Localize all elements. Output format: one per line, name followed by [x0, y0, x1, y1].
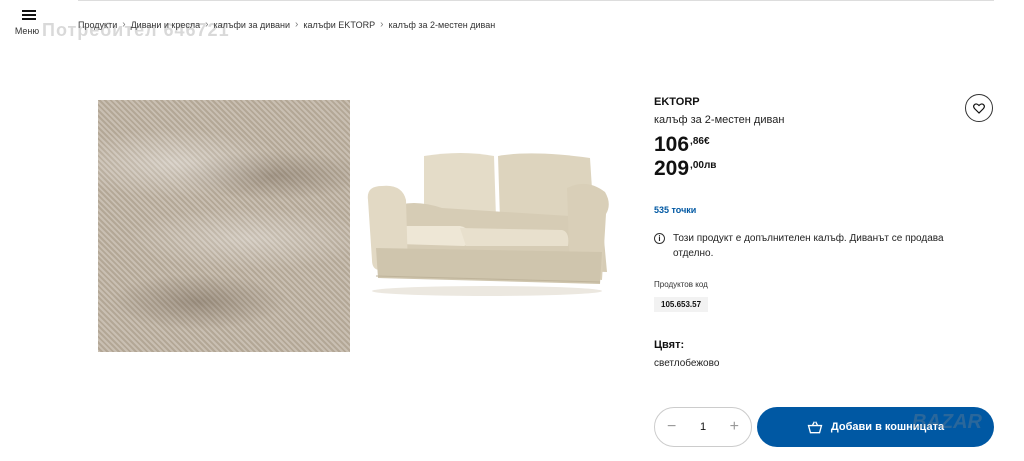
price-eur-decimal: ,86€ — [690, 136, 710, 147]
plus-icon[interactable]: + — [730, 418, 739, 436]
quantity-stepper[interactable]: − 1 + — [654, 407, 752, 447]
price-bgn-integer: 209 — [654, 157, 690, 180]
user-watermark: Потребител 646721 — [42, 20, 230, 40]
price-bgn-decimal: ,00лв — [690, 160, 717, 171]
color-value: светлобежово — [654, 358, 720, 369]
product-description: калъф за 2-местен диван — [654, 114, 785, 126]
price-bgn: 209 ,00лв — [654, 157, 716, 181]
divider — [78, 0, 994, 1]
basket-icon — [807, 420, 823, 433]
minus-icon[interactable]: − — [667, 418, 676, 436]
favorite-button[interactable] — [965, 94, 993, 122]
product-code: 105.653.57 — [654, 297, 709, 312]
color-label: Цвят: — [654, 339, 685, 351]
loyalty-points[interactable]: 535 точки — [654, 205, 696, 215]
quantity-value[interactable]: 1 — [700, 421, 706, 433]
price-eur-integer: 106 — [654, 133, 690, 156]
price-eur: 106 ,86€ — [654, 133, 710, 157]
breadcrumb-item[interactable]: калъфи EKTORP — [303, 20, 375, 30]
breadcrumb-item[interactable]: калъф за 2-местен диван — [389, 20, 496, 30]
hamburger-icon — [22, 10, 36, 21]
notice-text: Този продукт е допълнителен калъф. Диван… — [673, 233, 944, 259]
menu-label: Меню — [14, 26, 40, 36]
product-code-label: Продуктов код — [654, 280, 708, 289]
heart-icon — [973, 102, 985, 114]
sofa-image[interactable] — [362, 148, 612, 298]
site-watermark: BAZAR — [912, 411, 982, 433]
fabric-image[interactable] — [98, 100, 350, 352]
product-brand: EKTORP — [654, 96, 700, 108]
info-icon: i — [654, 233, 665, 244]
menu-button[interactable]: Меню — [14, 10, 44, 36]
info-notice: i Този продукт е допълнителен калъф. Див… — [654, 231, 984, 261]
